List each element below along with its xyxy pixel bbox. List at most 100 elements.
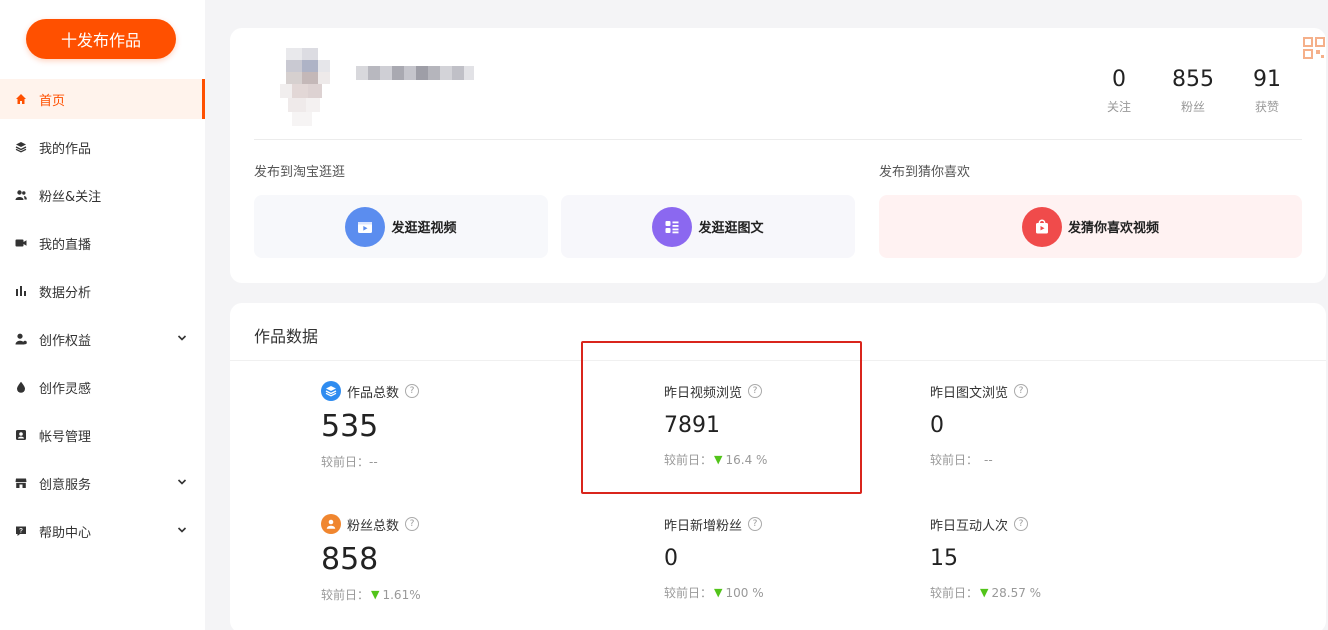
sidebar-item-inspiration[interactable]: 创作灵感 <box>0 367 205 407</box>
bar-chart-icon <box>14 284 28 298</box>
compare-value: 100 % <box>725 585 764 600</box>
publish-work-button[interactable]: 十发布作品 <box>26 19 176 59</box>
compare-label: 较前日： <box>321 588 370 602</box>
publish-video-button[interactable]: 发逛逛视频 <box>254 195 548 258</box>
publish-guess-video-button[interactable]: 发猜你喜欢视频 <box>879 195 1302 258</box>
publish-taobao-label: 发布到淘宝逛逛 <box>254 165 346 180</box>
stat-following[interactable]: 0 关注 <box>1082 66 1156 115</box>
metric-total-works: 作品总数 ? 535 较前日： -- <box>321 381 420 470</box>
metric-yesterday-interactions: 昨日互动人次 ? 15 较前日： ▼ 28.57 % <box>930 514 1041 601</box>
metric-value: 7891 <box>664 413 720 438</box>
help-chat-icon: ? <box>14 524 28 538</box>
video-clapper-icon <box>345 206 386 247</box>
stat-label: 获赞 <box>1254 100 1279 114</box>
video-camera-icon <box>14 236 28 250</box>
chevron-down-icon[interactable] <box>177 525 187 535</box>
home-icon <box>14 92 28 106</box>
sidebar-item-account[interactable]: 帐号管理 <box>0 415 205 455</box>
stat-value: 91 <box>1253 67 1281 92</box>
users-icon <box>14 188 28 202</box>
metric-total-fans: 粉丝总数 ? 858 较前日： ▼ 1.61% <box>321 514 421 603</box>
svg-text:?: ? <box>19 528 23 535</box>
sidebar-item-data-analysis[interactable]: 数据分析 <box>0 271 205 311</box>
trend-down-icon: ▼ <box>714 586 723 599</box>
metric-title: 粉丝总数 <box>347 518 400 534</box>
help-icon[interactable]: ? <box>748 517 763 531</box>
sidebar-item-label: 数据分析 <box>39 285 92 301</box>
layers-icon <box>321 381 341 401</box>
sidebar-item-fans[interactable]: 粉丝&关注 <box>0 175 205 215</box>
compare-label: 较前日： <box>930 586 979 600</box>
publish-image-text-label: 发逛逛图文 <box>698 221 764 236</box>
help-icon[interactable]: ? <box>1014 517 1029 531</box>
sidebar-item-creator-rights[interactable]: 创作权益 <box>0 319 205 359</box>
sidebar-item-label: 帮助中心 <box>39 525 92 541</box>
publish-video-label: 发逛逛视频 <box>391 221 457 236</box>
avatar[interactable] <box>276 48 336 126</box>
sidebar-item-live[interactable]: 我的直播 <box>0 223 205 263</box>
compare-label: 较前日： <box>930 453 979 467</box>
sidebar-item-label: 创意服务 <box>39 477 92 493</box>
qr-code-icon[interactable] <box>1302 36 1326 60</box>
help-icon[interactable]: ? <box>405 384 420 398</box>
metric-yesterday-new-fans: 昨日新增粉丝 ? 0 较前日： ▼ 100 % <box>664 514 764 601</box>
work-data-card: 作品数据 作品总数 ? 535 较前日： -- 昨日视频浏览 ? 7891 较前日… <box>230 303 1326 630</box>
compare-value: 1.61% <box>382 587 421 602</box>
help-icon[interactable]: ? <box>1014 384 1029 398</box>
metric-title: 昨日图文浏览 <box>930 385 1009 401</box>
stat-value: 0 <box>1112 67 1126 92</box>
user-icon <box>321 514 341 534</box>
sidebar-item-help-center[interactable]: ? 帮助中心 <box>0 511 205 551</box>
compare-value: -- <box>984 452 993 467</box>
profile-card: 0 关注 855 粉丝 91 获赞 发布到淘宝逛逛 发布到猜你喜欢 发逛逛视频 … <box>230 28 1326 283</box>
metric-title: 昨日互动人次 <box>930 518 1009 534</box>
metric-yesterday-image-text-views: 昨日图文浏览 ? 0 较前日： -- <box>930 381 1029 468</box>
compare-value: 28.57 % <box>991 585 1042 600</box>
help-icon[interactable]: ? <box>748 384 763 398</box>
stat-label: 粉丝 <box>1180 100 1205 114</box>
metric-value: 0 <box>930 413 944 438</box>
sidebar-item-label: 首页 <box>39 93 66 109</box>
metric-value: 858 <box>321 542 379 577</box>
droplet-icon <box>14 380 28 394</box>
chevron-down-icon[interactable] <box>177 333 187 343</box>
layers-icon <box>14 140 28 154</box>
profile-stats: 0 关注 855 粉丝 91 获赞 <box>1082 66 1304 115</box>
compare-label: 较前日： <box>664 586 713 600</box>
metric-title: 作品总数 <box>347 385 400 401</box>
sidebar-nav: 首页 我的作品 粉丝&关注 我的直播 数据分析 创作权益 创作灵感 帐号管理 创… <box>0 79 205 559</box>
stat-likes[interactable]: 91 获赞 <box>1230 66 1304 115</box>
sidebar-item-label: 我的作品 <box>39 141 92 157</box>
sidebar-item-creative-services[interactable]: 创意服务 <box>0 463 205 503</box>
compare-label: 较前日： <box>664 453 713 467</box>
divider <box>254 139 1302 140</box>
metric-title: 昨日视频浏览 <box>664 385 743 401</box>
sidebar-item-my-works[interactable]: 我的作品 <box>0 127 205 167</box>
chevron-down-icon[interactable] <box>177 477 187 487</box>
shopping-bag-play-icon <box>1021 206 1062 247</box>
user-badge-icon <box>14 332 28 346</box>
trend-down-icon: ▼ <box>714 453 723 466</box>
metric-value: 15 <box>930 546 958 571</box>
publish-image-text-button[interactable]: 发逛逛图文 <box>561 195 855 258</box>
stat-value: 855 <box>1172 67 1214 92</box>
sidebar-item-label: 创作权益 <box>39 333 92 349</box>
trend-down-icon: ▼ <box>980 586 989 599</box>
publish-guess-label: 发布到猜你喜欢 <box>879 165 971 180</box>
sidebar: 十发布作品 首页 我的作品 粉丝&关注 我的直播 数据分析 创作权益 创作灵感 … <box>0 0 205 630</box>
sidebar-item-label: 创作灵感 <box>39 381 92 397</box>
sidebar-item-label: 帐号管理 <box>39 429 92 445</box>
stat-fans[interactable]: 855 粉丝 <box>1156 66 1230 115</box>
sidebar-item-label: 我的直播 <box>39 237 92 253</box>
trend-down-icon: ▼ <box>371 588 380 601</box>
stat-label: 关注 <box>1106 100 1131 114</box>
compare-label: 较前日： <box>321 455 370 469</box>
id-card-icon <box>14 428 28 442</box>
help-icon[interactable]: ? <box>405 517 420 531</box>
sidebar-item-label: 粉丝&关注 <box>39 189 102 205</box>
metric-title: 昨日新增粉丝 <box>664 518 743 534</box>
sidebar-item-home[interactable]: 首页 <box>0 79 205 119</box>
compare-value: 16.4 % <box>725 452 768 467</box>
image-text-icon <box>652 206 693 247</box>
metric-yesterday-video-views: 昨日视频浏览 ? 7891 较前日： ▼ 16.4 % <box>664 381 767 468</box>
